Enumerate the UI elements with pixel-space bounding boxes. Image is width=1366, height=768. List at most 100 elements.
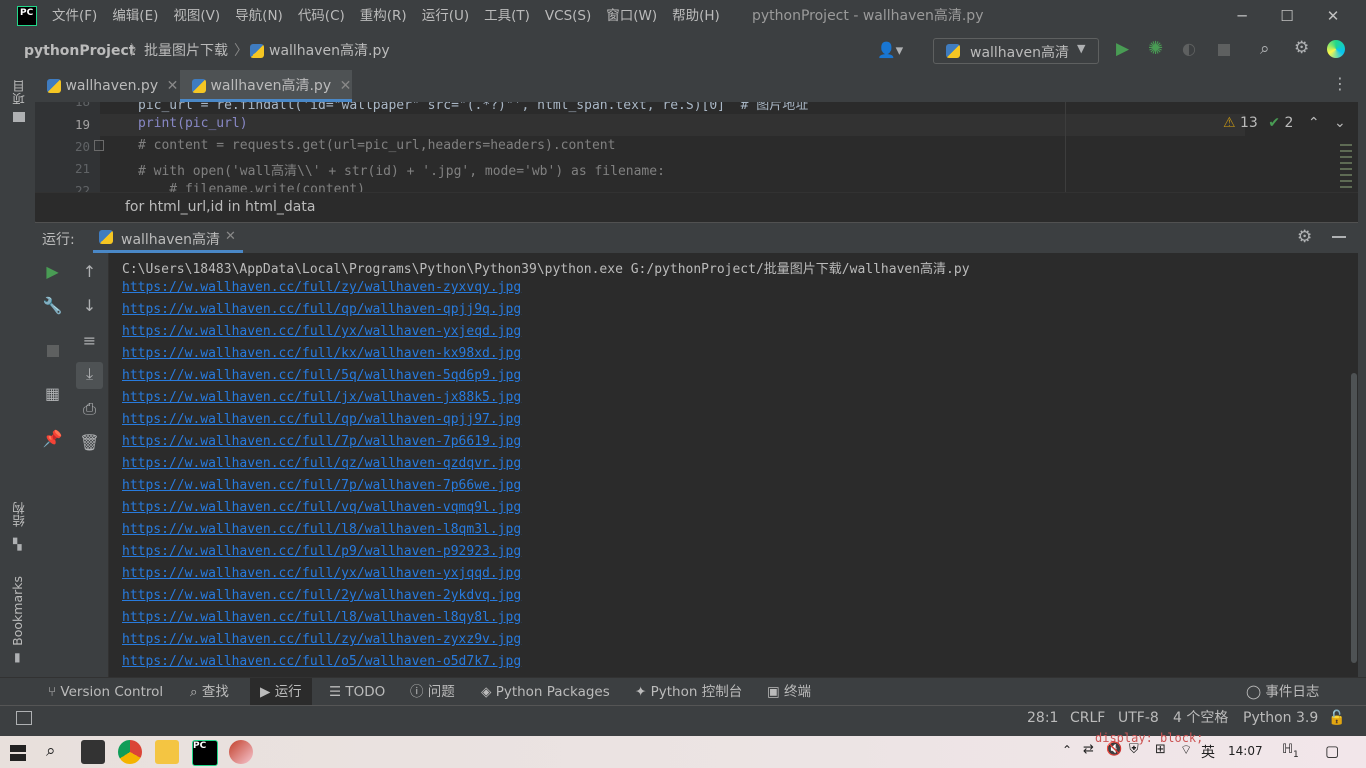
version-control-tool[interactable]: ⑂ Version Control: [48, 678, 163, 706]
console-output-link[interactable]: https://w.wallhaven.cc/full/o5/wallhaven…: [122, 654, 521, 669]
file-explorer-icon[interactable]: [155, 740, 179, 764]
console-output-link[interactable]: https://w.wallhaven.cc/full/2y/wallhaven…: [122, 588, 521, 603]
menu-code[interactable]: 代码(C): [298, 0, 345, 32]
breadcrumb-file[interactable]: wallhaven高清.py: [269, 32, 390, 70]
python-interpreter[interactable]: Python 3.9: [1243, 706, 1318, 731]
notification-badge-icon[interactable]: ℍ: [1282, 742, 1293, 757]
caret-position[interactable]: 28:1: [1027, 706, 1058, 731]
minimize-button[interactable]: ─: [1219, 0, 1265, 32]
python-packages-tool[interactable]: ◈ Python Packages: [481, 678, 610, 706]
cmd-icon[interactable]: [81, 740, 105, 764]
wrench-icon[interactable]: 🔧: [35, 296, 70, 315]
console-output-link[interactable]: https://w.wallhaven.cc/full/7p/wallhaven…: [122, 434, 521, 449]
menu-refactor[interactable]: 重构(R): [360, 0, 407, 32]
console-output-link[interactable]: https://w.wallhaven.cc/full/yx/wallhaven…: [122, 566, 521, 581]
debug-icon[interactable]: ✺: [1148, 38, 1163, 59]
console-output-link[interactable]: https://w.wallhaven.cc/full/zy/wallhaven…: [122, 632, 521, 647]
more-tabs-icon[interactable]: ⋮: [1332, 74, 1348, 93]
arrow-up-icon[interactable]: ↑: [72, 262, 107, 281]
gear-icon[interactable]: ⚙: [1294, 38, 1309, 58]
jetbrains-toolbox-icon[interactable]: [1327, 40, 1345, 58]
tab-wallhaven-hd[interactable]: wallhaven高清.py ✕: [180, 70, 352, 102]
project-tool-button[interactable]: 项目: [10, 80, 29, 105]
file-encoding[interactable]: UTF-8: [1118, 706, 1159, 731]
breadcrumb-scope[interactable]: for html_url,id in html_data: [125, 199, 315, 215]
run-config-select[interactable]: wallhaven高清 ▼: [933, 38, 1099, 64]
console-output-link[interactable]: https://w.wallhaven.cc/full/vq/wallhaven…: [122, 500, 521, 515]
close-tab-icon[interactable]: ✕: [167, 78, 179, 94]
lock-icon[interactable]: 🔓: [1328, 706, 1345, 731]
console-output[interactable]: C:\Users\18483\AppData\Local\Programs\Py…: [109, 253, 1349, 677]
menu-edit[interactable]: 编辑(E): [112, 0, 158, 32]
console-output-link[interactable]: https://w.wallhaven.cc/full/qp/wallhaven…: [122, 302, 521, 317]
print-icon[interactable]: ⎙: [72, 399, 107, 419]
ime-mode[interactable]: 英: [1201, 742, 1215, 762]
menu-file[interactable]: 文件(F): [52, 0, 97, 32]
tab-wallhaven[interactable]: wallhaven.py ✕: [35, 70, 180, 102]
menu-help[interactable]: 帮助(H): [672, 0, 720, 32]
previous-highlight-icon[interactable]: ⌃: [1308, 115, 1320, 131]
breadcrumb-folder[interactable]: 批量图片下载: [144, 32, 228, 70]
toggle-tool-windows-icon[interactable]: [16, 711, 32, 725]
console-scrollbar[interactable]: [1349, 253, 1358, 677]
pycharm-logo[interactable]: PC: [17, 6, 37, 26]
next-highlight-icon[interactable]: ⌄: [1334, 115, 1346, 131]
network-icon[interactable]: ⇄: [1083, 742, 1094, 757]
ime-icon[interactable]: ⊞: [1155, 742, 1166, 757]
soft-wrap-icon[interactable]: ≡: [72, 331, 107, 350]
pin-icon[interactable]: 📌: [35, 429, 70, 448]
python-console-tool[interactable]: ✦ Python 控制台: [635, 678, 742, 706]
user-icon[interactable]: 👤▾: [877, 41, 903, 59]
security-icon[interactable]: ⛨: [1129, 742, 1139, 757]
trash-icon[interactable]: 🗑: [72, 433, 107, 452]
arrow-down-icon[interactable]: ↓: [72, 296, 107, 315]
run-tab[interactable]: wallhaven高清 ✕: [93, 223, 243, 253]
gear-icon[interactable]: ⚙: [1297, 227, 1312, 247]
run-tool[interactable]: ▶ 运行: [250, 678, 312, 706]
scrollbar-thumb[interactable]: [1351, 373, 1357, 663]
problems-tool[interactable]: ⓘ 问题: [410, 678, 455, 706]
console-output-link[interactable]: https://w.wallhaven.cc/full/qz/wallhaven…: [122, 456, 521, 471]
volume-muted-icon[interactable]: 🔇: [1106, 742, 1122, 757]
menu-run[interactable]: 运行(U): [422, 0, 469, 32]
terminal-tool[interactable]: ▣ 终端: [767, 678, 811, 706]
action-center-icon[interactable]: ▢: [1325, 742, 1339, 760]
console-output-link[interactable]: https://w.wallhaven.cc/full/kx/wallhaven…: [122, 346, 521, 361]
breadcrumb-project[interactable]: pythonProject: [24, 32, 135, 70]
search-icon[interactable]: ⌕: [46, 741, 56, 761]
bookmarks-tool-button[interactable]: Bookmarks: [10, 576, 25, 646]
console-output-link[interactable]: https://w.wallhaven.cc/full/zy/wallhaven…: [122, 280, 521, 295]
close-tab-icon[interactable]: ✕: [340, 78, 352, 94]
search-icon[interactable]: ⌕: [1260, 39, 1270, 59]
stop-icon[interactable]: [1218, 44, 1230, 56]
pycharm-taskbar-icon[interactable]: PC: [192, 740, 218, 766]
wifi-icon[interactable]: ⌔: [1180, 742, 1192, 758]
inspection-widget[interactable]: ⚠ 13 ✔ 2 ⌃ ⌄: [1223, 115, 1346, 131]
structure-tool-button[interactable]: 结构: [10, 502, 29, 527]
find-tool[interactable]: ⌕ 查找: [190, 678, 229, 706]
coverage-icon[interactable]: ◐: [1182, 39, 1196, 58]
layout-icon[interactable]: ▦: [35, 384, 70, 403]
console-output-link[interactable]: https://w.wallhaven.cc/full/yx/wallhaven…: [122, 324, 521, 339]
console-output-link[interactable]: https://w.wallhaven.cc/full/l8/wallhaven…: [122, 522, 521, 537]
close-button[interactable]: ✕: [1310, 0, 1356, 32]
fold-icon[interactable]: [94, 140, 104, 151]
hide-panel-icon[interactable]: [1332, 236, 1346, 238]
code-editor[interactable]: 18 pic_url = re.findall('id="wallpaper" …: [35, 102, 1358, 192]
menu-navigate[interactable]: 导航(N): [235, 0, 283, 32]
console-output-link[interactable]: https://w.wallhaven.cc/full/5q/wallhaven…: [122, 368, 521, 383]
event-log-tool[interactable]: ◯ 事件日志: [1246, 678, 1319, 706]
show-hidden-icons[interactable]: ⌃: [1062, 743, 1072, 757]
windows-start-icon[interactable]: [10, 745, 26, 761]
console-output-link[interactable]: https://w.wallhaven.cc/full/l8/wallhaven…: [122, 610, 521, 625]
menu-window[interactable]: 窗口(W): [606, 0, 657, 32]
console-output-link[interactable]: https://w.wallhaven.cc/full/jx/wallhaven…: [122, 390, 521, 405]
todo-tool[interactable]: ☰ TODO: [329, 678, 385, 706]
menu-view[interactable]: 视图(V): [173, 0, 220, 32]
app-icon[interactable]: [229, 740, 253, 764]
chrome-icon[interactable]: [118, 740, 142, 764]
console-output-link[interactable]: https://w.wallhaven.cc/full/qp/wallhaven…: [122, 412, 521, 427]
close-run-tab-icon[interactable]: ✕: [225, 229, 236, 244]
clock[interactable]: 14:07: [1228, 744, 1263, 758]
run-icon[interactable]: ▶: [1116, 39, 1129, 59]
